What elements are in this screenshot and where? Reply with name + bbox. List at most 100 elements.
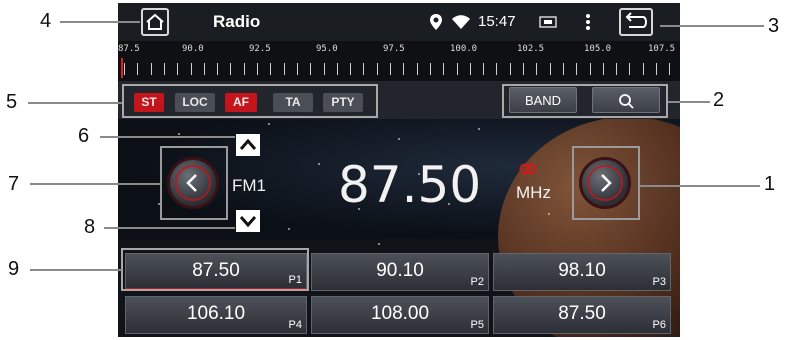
ruler-tick	[217, 63, 219, 75]
callout-number: 6	[78, 125, 90, 147]
star	[418, 173, 420, 175]
ruler-tick	[323, 63, 325, 75]
ruler-tick	[283, 63, 285, 75]
preset-tag: P3	[652, 276, 666, 288]
star	[318, 163, 320, 165]
ruler-tick	[203, 63, 205, 75]
preset-button-p2[interactable]: 90.10 P2	[311, 253, 489, 291]
ruler-tick	[616, 63, 618, 75]
chevron-left-icon	[186, 174, 197, 192]
clock: 15:47	[478, 13, 516, 30]
star	[478, 128, 480, 130]
ruler-tick	[363, 63, 365, 75]
band-search-highlight	[502, 84, 668, 118]
star	[158, 203, 160, 205]
preset-frequency: 98.10	[558, 260, 606, 281]
ruler-tick	[576, 63, 578, 75]
ruler-tick	[562, 63, 564, 75]
ruler-tick	[656, 63, 657, 75]
band-down-button[interactable]	[236, 210, 260, 232]
ruler-tick	[469, 63, 471, 75]
ruler-tick	[257, 63, 258, 75]
callout-line	[640, 185, 760, 187]
star	[178, 133, 180, 135]
preset-button-p6[interactable]: 87.50 P6	[493, 296, 671, 334]
ruler-tick	[456, 63, 458, 75]
band-label: FM1	[232, 176, 266, 195]
star	[378, 243, 380, 245]
star	[288, 228, 290, 230]
star	[448, 203, 450, 205]
tuning-needle[interactable]	[121, 58, 123, 78]
callout-line	[660, 25, 764, 27]
wifi-icon	[452, 15, 470, 29]
callout-line	[100, 136, 235, 138]
toggle-group-highlight	[122, 84, 378, 118]
status-bar: Radio 15:47	[118, 3, 680, 41]
preset-highlight	[121, 248, 309, 291]
ruler-tick	[602, 63, 604, 75]
preset-tag: P4	[288, 319, 302, 331]
preset-button-p4[interactable]: 106.10 P4	[125, 296, 307, 334]
home-button[interactable]	[141, 8, 169, 36]
callout-number: 4	[40, 10, 52, 32]
more-vertical-icon[interactable]	[585, 13, 591, 31]
star	[398, 138, 400, 140]
preset-button-p5[interactable]: 108.00 P5	[311, 296, 489, 334]
frequency-unit: MHz	[516, 183, 551, 202]
ruler-tick	[496, 63, 498, 75]
ruler-label: 102.5	[517, 44, 545, 54]
ruler-label: 100.0	[450, 44, 478, 54]
page-title: Radio	[213, 12, 261, 31]
ruler-tick	[296, 63, 298, 75]
callout-number: 3	[768, 15, 780, 37]
preset-frequency: 90.10	[376, 260, 424, 281]
ruler-tick	[642, 63, 644, 75]
back-icon	[625, 12, 647, 28]
seek-next-button[interactable]	[579, 157, 631, 209]
callout-line	[104, 227, 235, 229]
preset-frequency: 87.50	[558, 303, 606, 324]
ruler-tick	[509, 63, 511, 75]
callout-line	[30, 183, 160, 185]
ruler-tick	[669, 63, 671, 75]
ruler-tick	[350, 63, 352, 75]
ruler-label: 107.5	[648, 44, 676, 54]
seek-prev-button[interactable]	[167, 157, 219, 209]
ruler-tick	[150, 63, 152, 75]
preset-tag: P5	[470, 319, 484, 331]
star	[268, 123, 270, 125]
ruler-tick	[336, 63, 338, 75]
ruler-tick	[310, 63, 312, 75]
back-button[interactable]	[619, 8, 653, 36]
ruler-tick	[403, 63, 405, 75]
home-icon	[146, 13, 164, 30]
ruler-tick	[443, 63, 445, 75]
ruler-tick	[416, 63, 418, 75]
chevron-down-icon	[239, 216, 257, 228]
ruler-label: 97.5	[383, 44, 405, 54]
preset-tag: P2	[470, 276, 484, 288]
stereo-icon	[519, 163, 537, 175]
callout-number: 9	[8, 258, 20, 280]
preset-frequency: 108.00	[370, 303, 430, 324]
callout-number: 5	[6, 91, 18, 113]
frequency-ruler[interactable]: 87.5 90.0 92.5 95.0 97.5 100.0 102.5 105…	[118, 41, 680, 81]
ruler-tick	[629, 63, 631, 75]
ruler-tick	[230, 63, 232, 75]
preset-button-p3[interactable]: 98.10 P3	[493, 253, 671, 291]
ruler-tick	[137, 63, 139, 75]
ruler-tick	[270, 63, 272, 75]
ruler-tick	[376, 63, 378, 75]
ruler-tick	[390, 63, 391, 75]
callout-number: 8	[84, 216, 96, 238]
chevron-up-icon	[239, 138, 257, 150]
band-up-button[interactable]	[236, 134, 260, 156]
callout-number: 7	[8, 173, 20, 195]
ruler-tick	[429, 63, 431, 75]
location-pin-icon	[430, 14, 442, 30]
ruler-tick	[536, 63, 538, 75]
callout-line	[28, 102, 122, 104]
ruler-tick	[549, 63, 551, 75]
screen-icon	[539, 16, 557, 28]
